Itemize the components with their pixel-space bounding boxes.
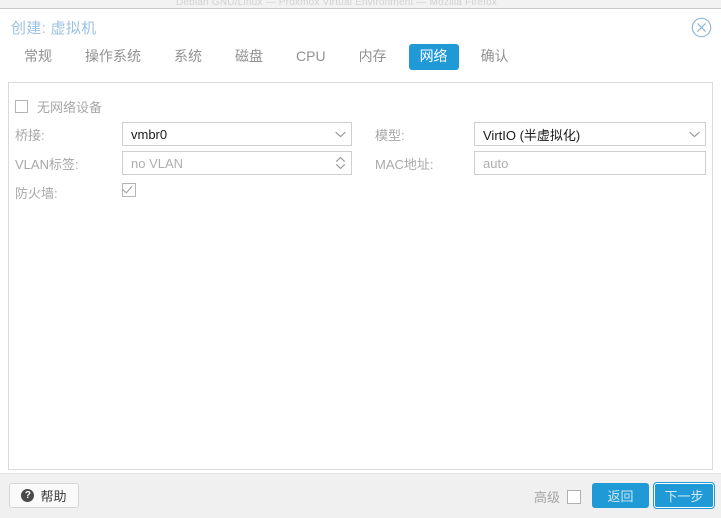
chevron-down-icon[interactable] — [329, 123, 351, 145]
help-button[interactable]: ? 帮助 — [9, 483, 79, 508]
tab-confirm[interactable]: 确认 — [470, 44, 520, 70]
dialog-header: 创建: 虚拟机 — [0, 9, 721, 44]
tab-os[interactable]: 操作系统 — [74, 44, 152, 70]
advanced-toggle-row[interactable]: 高级 — [534, 487, 581, 506]
no-network-device-row[interactable]: 无网络设备 — [15, 97, 102, 116]
back-button[interactable]: 返回 — [592, 483, 649, 508]
vlan-tag-label: VLAN标签: — [15, 157, 79, 172]
firewall-label: 防火墙: — [15, 186, 58, 201]
network-settings-panel: 无网络设备 桥接: vmbr0 VLAN标签: no VLAN 防火墙: 模型:… — [8, 82, 713, 470]
model-value: VirtIO (半虚拟化) — [483, 127, 581, 143]
model-select[interactable]: VirtIO (半虚拟化) — [474, 122, 706, 146]
mac-address-label: MAC地址: — [375, 157, 434, 172]
tab-memory[interactable]: 内存 — [348, 44, 398, 70]
background-window-title: Debian GNU/Linux — Proxmox Virtual Envir… — [176, 0, 498, 8]
bridge-label: 桥接: — [15, 128, 45, 143]
tab-system[interactable]: 系统 — [163, 44, 213, 70]
advanced-checkbox[interactable] — [567, 489, 581, 504]
question-mark-icon: ? — [21, 489, 35, 502]
model-label: 模型: — [375, 128, 405, 143]
mac-address-input[interactable]: auto — [474, 151, 706, 175]
spinner-updown-icon[interactable] — [329, 152, 351, 174]
bridge-select[interactable]: vmbr0 — [122, 122, 352, 146]
vlan-tag-input[interactable]: no VLAN — [122, 151, 352, 175]
bridge-value: vmbr0 — [131, 126, 168, 142]
network-form: 无网络设备 桥接: vmbr0 VLAN标签: no VLAN 防火墙: 模型:… — [9, 83, 712, 469]
close-circle-icon[interactable] — [691, 17, 712, 38]
next-button[interactable]: 下一步 — [653, 482, 715, 509]
firewall-checkbox[interactable] — [122, 183, 136, 197]
create-vm-dialog: 创建: 虚拟机 常规 操作系统 系统 磁盘 CPU 内存 网络 确认 无网络设备… — [0, 8, 721, 518]
mac-address-value: auto — [483, 155, 509, 171]
no-network-device-checkbox[interactable] — [15, 100, 28, 113]
dialog-footer: ? 帮助 高级 返回 下一步 — [0, 473, 721, 518]
vlan-tag-value: no VLAN — [131, 155, 184, 171]
advanced-label: 高级 — [533, 490, 560, 505]
no-network-device-label: 无网络设备 — [37, 100, 103, 115]
chevron-down-icon[interactable] — [683, 123, 705, 145]
tab-cpu[interactable]: CPU — [285, 44, 337, 70]
dialog-title: 创建: 虚拟机 — [11, 20, 97, 37]
help-button-label: 帮助 — [40, 489, 67, 504]
tab-general[interactable]: 常规 — [13, 44, 63, 70]
tab-disks[interactable]: 磁盘 — [224, 44, 274, 70]
tab-network[interactable]: 网络 — [408, 44, 459, 70]
wizard-tabbar: 常规 操作系统 系统 磁盘 CPU 内存 网络 确认 — [0, 44, 721, 82]
